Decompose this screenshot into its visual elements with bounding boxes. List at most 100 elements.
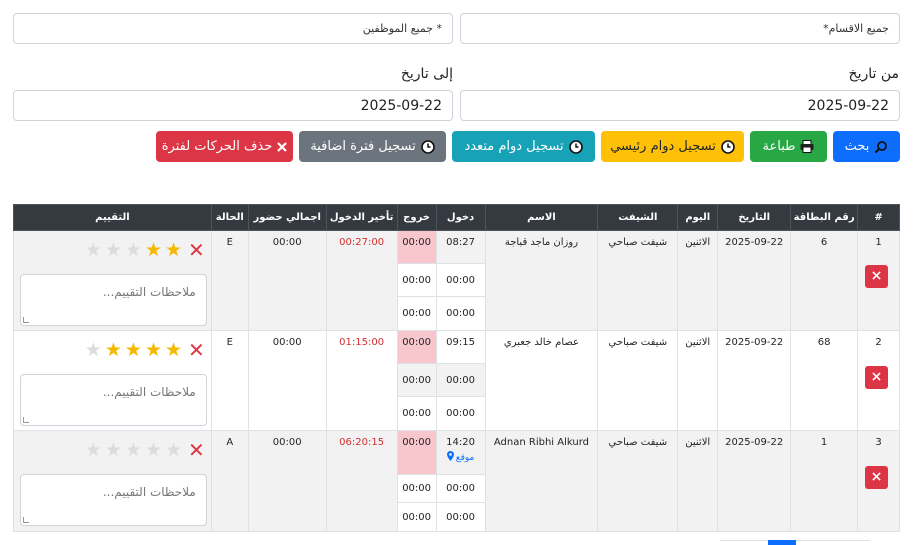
- check-out-time: 00:00: [397, 297, 436, 330]
- multi-shift-label: تسجيل دوام متعدد: [464, 139, 564, 154]
- check-in-time: 00:00: [436, 475, 485, 503]
- star-icon[interactable]: ★: [125, 240, 142, 260]
- delete-row-button[interactable]: [865, 265, 889, 288]
- employee-select[interactable]: * جميع الموظفين: [13, 13, 453, 44]
- row-shift: شيفت صباحي: [597, 430, 679, 532]
- header-name: الاسم: [484, 204, 599, 231]
- star-icon[interactable]: ★: [165, 340, 182, 360]
- print-button[interactable]: طباعة: [750, 131, 827, 162]
- star-icon[interactable]: ★: [145, 340, 162, 360]
- total-attendance: 00:00: [247, 330, 327, 431]
- rating-stars[interactable]: ✕ ★ ★ ★ ★ ★: [85, 440, 205, 460]
- location-link[interactable]: موقع: [446, 451, 474, 464]
- row-number: 1: [875, 237, 882, 248]
- check-in-time: 00:00: [436, 264, 485, 297]
- row-shift: شيفت صباحي: [597, 230, 679, 331]
- magnifier-icon: [874, 140, 888, 154]
- search-label: بحث: [844, 139, 870, 154]
- check-out-time: 00:00: [397, 331, 436, 364]
- rating-stars[interactable]: ✕ ★ ★ ★ ★ ★: [85, 340, 205, 360]
- rating-notes-textarea[interactable]: ملاحظات التقييم...: [20, 374, 207, 426]
- delete-period-button[interactable]: حذف الحركات لفترة: [156, 131, 293, 162]
- rating-notes-textarea[interactable]: ملاحظات التقييم...: [20, 474, 207, 526]
- clear-rating-icon[interactable]: ✕: [188, 240, 205, 260]
- status-value: E: [210, 330, 249, 431]
- multi-shift-button[interactable]: تسجيل دوام متعدد: [452, 131, 595, 162]
- check-in-time: 00:00: [436, 364, 485, 397]
- star-icon[interactable]: ★: [105, 340, 122, 360]
- delete-row-button[interactable]: [865, 466, 889, 489]
- star-icon[interactable]: ★: [85, 240, 102, 260]
- card-number: 1: [790, 430, 859, 532]
- to-date-input[interactable]: 2025-09-22: [13, 90, 453, 121]
- star-icon[interactable]: ★: [85, 440, 102, 460]
- check-in-time: 00:00: [436, 297, 485, 330]
- total-attendance: 00:00: [247, 230, 327, 331]
- extra-period-label: تسجيل فترة اضافية: [310, 139, 416, 154]
- to-date-label: إلى تاريخ: [400, 66, 453, 82]
- late-duration: 00:27:00: [325, 230, 398, 331]
- delete-row-button[interactable]: [865, 366, 889, 389]
- employee-name: Adnan Ribhi Alkurd: [484, 430, 599, 532]
- extra-period-button[interactable]: تسجيل فترة اضافية: [299, 131, 446, 162]
- star-icon[interactable]: ★: [145, 440, 162, 460]
- late-duration: 01:15:00: [325, 330, 398, 431]
- row-day: الاثنين: [677, 230, 719, 331]
- star-icon[interactable]: ★: [165, 440, 182, 460]
- check-in-time: 00:00: [436, 397, 485, 430]
- resize-handle-icon[interactable]: [23, 517, 29, 523]
- check-in-time: 09:15: [436, 331, 485, 364]
- resize-handle-icon[interactable]: [23, 417, 29, 423]
- late-duration: 06:20:15: [325, 430, 398, 532]
- from-date-label: من تاريخ: [848, 66, 899, 82]
- rating-notes-placeholder: ملاحظات التقييم...: [102, 285, 196, 299]
- employee-name: عصام خالد جعبري: [484, 330, 599, 431]
- header-shift: الشيفت: [597, 204, 679, 231]
- rating-notes-textarea[interactable]: ملاحظات التقييم...: [20, 274, 207, 326]
- check-out-time: 00:00: [397, 364, 436, 397]
- x-icon: [277, 141, 288, 152]
- header-in: دخول: [435, 204, 486, 231]
- header-rating: التقييم: [13, 204, 212, 231]
- status-value: E: [210, 230, 249, 331]
- attendance-table: # رقم البطاقة التاريخ اليوم الشيفت الاسم…: [13, 204, 900, 532]
- row-date: 2025-09-22: [717, 330, 792, 431]
- rating-notes-placeholder: ملاحظات التقييم...: [102, 385, 196, 399]
- pagination-active-page[interactable]: [768, 540, 796, 545]
- star-icon[interactable]: ★: [105, 440, 122, 460]
- star-icon[interactable]: ★: [125, 340, 142, 360]
- department-select[interactable]: جميع الاقسام*: [460, 13, 900, 44]
- header-card: رقم البطاقة: [790, 204, 859, 231]
- star-icon[interactable]: ★: [105, 240, 122, 260]
- table-row: 1 6 2025-09-22 الاثنين شيفت صباحي روزان …: [13, 230, 900, 331]
- row-number: 2: [875, 337, 882, 348]
- search-button[interactable]: بحث: [833, 131, 900, 162]
- row-date: 2025-09-22: [717, 430, 792, 532]
- star-icon[interactable]: ★: [85, 340, 102, 360]
- table-header-row: # رقم البطاقة التاريخ اليوم الشيفت الاسم…: [13, 204, 900, 231]
- header-hash: #: [857, 204, 900, 231]
- from-date-input[interactable]: 2025-09-22: [460, 90, 900, 121]
- header-day: اليوم: [677, 204, 719, 231]
- star-icon[interactable]: ★: [125, 440, 142, 460]
- print-label: طباعة: [762, 139, 796, 154]
- printer-icon: [800, 140, 814, 153]
- star-icon[interactable]: ★: [165, 240, 182, 260]
- check-in-time: 14:20: [446, 437, 475, 448]
- rating-stars[interactable]: ✕ ★ ★ ★ ★ ★: [85, 240, 205, 260]
- row-number: 3: [875, 437, 882, 448]
- star-icon[interactable]: ★: [145, 240, 162, 260]
- x-icon: [872, 471, 881, 484]
- primary-shift-button[interactable]: تسجيل دوام رئيسي: [601, 131, 744, 162]
- clear-rating-icon[interactable]: ✕: [188, 440, 205, 460]
- resize-handle-icon[interactable]: [23, 317, 29, 323]
- card-number: 6: [790, 230, 859, 331]
- table-row: 2 68 2025-09-22 الاثنين شيفت صباحي عصام …: [13, 330, 900, 431]
- clock-icon: [420, 139, 435, 154]
- employee-name: روزان ماجد قباجة: [484, 230, 599, 331]
- card-number: 68: [790, 330, 859, 431]
- clear-rating-icon[interactable]: ✕: [188, 340, 205, 360]
- check-out-time: 00:00: [397, 503, 436, 531]
- total-attendance: 00:00: [247, 430, 327, 532]
- check-out-time: 00:00: [397, 231, 436, 264]
